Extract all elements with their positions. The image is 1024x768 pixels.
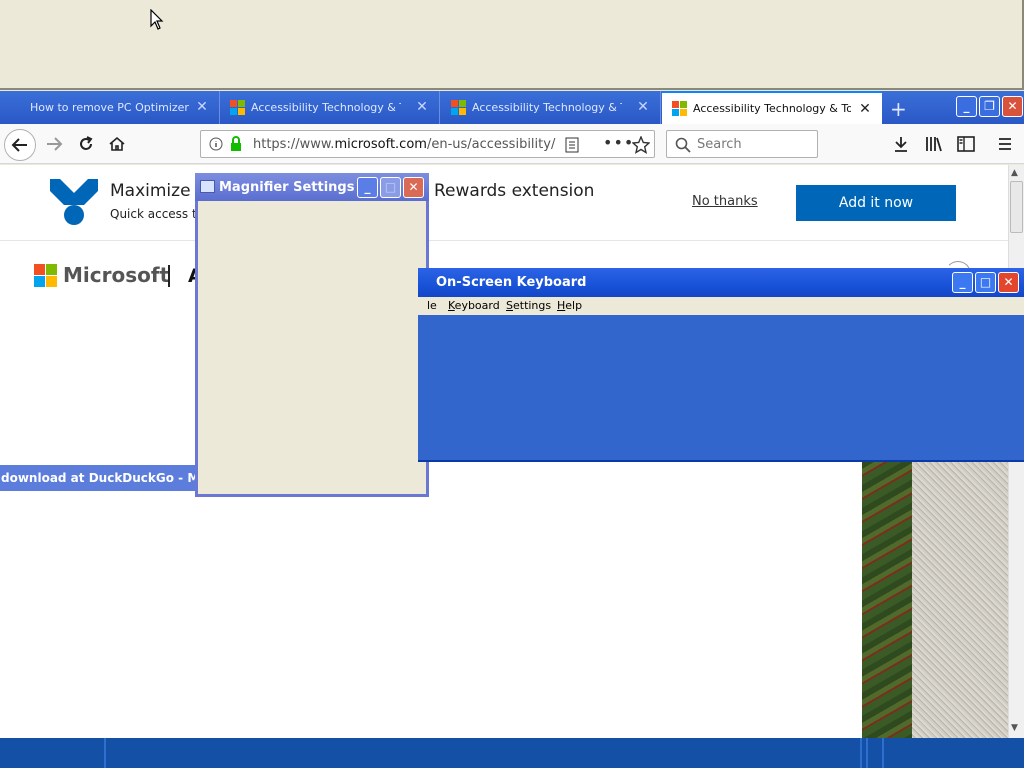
- url-text[interactable]: https://www.microsoft.com/en-us/accessib…: [253, 137, 555, 152]
- minimize-button[interactable]: _: [956, 96, 977, 117]
- magnifier-close-button[interactable]: ✕: [403, 177, 424, 198]
- url-path: /en-us/accessibility/: [426, 137, 556, 152]
- microsoft-wordmark: Microsoft: [63, 263, 170, 287]
- osk-close-button[interactable]: ✕: [998, 272, 1019, 293]
- taskbar-separator: [882, 738, 884, 768]
- microsoft-logo-icon: [451, 100, 466, 115]
- close-button[interactable]: ✕: [1002, 96, 1023, 117]
- photo-stone-wall: [912, 462, 1008, 738]
- scrollbar-thumb[interactable]: [1010, 181, 1023, 233]
- tab-title: Accessibility Technology & Tools: [251, 101, 401, 114]
- page-actions-icon[interactable]: •••: [603, 133, 634, 152]
- rewards-medal-icon: [50, 179, 98, 225]
- taskbar: [0, 738, 1024, 768]
- mouse-cursor-icon: [150, 8, 164, 34]
- new-tab-button[interactable]: +: [890, 97, 907, 121]
- browser-tab-strip: How to remove PC Optimizer PRO ✕ Accessi…: [0, 91, 1024, 124]
- banner-title-left: Maximize y: [110, 181, 206, 201]
- library-icon[interactable]: [925, 136, 943, 152]
- tab-accessibility-active[interactable]: Accessibility Technology & Tools ✕: [662, 91, 882, 124]
- back-button[interactable]: [4, 129, 36, 161]
- tab-title: How to remove PC Optimizer PRO: [30, 101, 190, 114]
- osk-menu-keyboard[interactable]: Keyboard: [448, 299, 500, 312]
- navigation-toolbar: https://www.microsoft.com/en-us/accessib…: [0, 124, 1024, 164]
- osk-minimize-button[interactable]: _: [952, 272, 973, 293]
- search-bar[interactable]: Search: [666, 130, 818, 158]
- overlay-tooltip: download at DuckDuckGo - Mypa: [0, 465, 224, 491]
- home-button[interactable]: [103, 130, 131, 158]
- tab-title: Accessibility Technology & Tools: [693, 102, 851, 115]
- url-bar[interactable]: https://www.microsoft.com/en-us/accessib…: [200, 130, 655, 158]
- accel-key: S: [506, 299, 513, 312]
- forward-arrow-icon: [47, 137, 63, 151]
- on-screen-keyboard-window[interactable]: On-Screen Keyboard _ □ ✕ le Keyboard Set…: [418, 268, 1024, 462]
- bookmark-star-icon: [632, 136, 650, 154]
- search-placeholder: Search: [697, 137, 742, 152]
- url-prefix: https://www.: [253, 137, 335, 152]
- accel-key: H: [557, 299, 566, 312]
- banner-subtitle: Quick access to: [110, 207, 205, 221]
- osk-titlebar[interactable]: On-Screen Keyboard _ □ ✕: [418, 268, 1024, 297]
- accel-key: K: [448, 299, 455, 312]
- taskbar-separator: [860, 738, 862, 768]
- scroll-up-icon[interactable]: ▲: [1011, 168, 1018, 178]
- reload-icon: [80, 136, 93, 150]
- magnifier-title: Magnifier Settings: [219, 180, 355, 195]
- tab-close-icon[interactable]: ✕: [858, 102, 872, 116]
- lock-icon: [231, 136, 241, 151]
- osk-title: On-Screen Keyboard: [436, 275, 587, 290]
- add-it-now-button[interactable]: Add it now: [796, 185, 956, 221]
- rewards-banner: Maximize y Quick access to Rewards exten…: [0, 165, 1008, 241]
- restore-button[interactable]: ❐: [979, 96, 1000, 117]
- forward-button[interactable]: [40, 130, 68, 158]
- tab-accessibility-2[interactable]: Accessibility Technology & Tools ✕: [441, 91, 661, 124]
- microsoft-logo-icon: [34, 263, 57, 287]
- url-domain: microsoft.com: [334, 137, 427, 152]
- info-icon: [209, 137, 223, 151]
- magnifier-minimize-button[interactable]: _: [357, 177, 378, 198]
- tab-close-icon[interactable]: ✕: [195, 100, 209, 114]
- download-icon[interactable]: [893, 136, 909, 153]
- osk-menubar: le Keyboard Settings Help: [418, 297, 1024, 315]
- tab-title: Accessibility Technology & Tools: [472, 101, 622, 114]
- osk-menu-settings[interactable]: Settings: [506, 299, 551, 312]
- tab-close-icon[interactable]: ✕: [636, 100, 650, 114]
- magnifier-settings-window[interactable]: Magnifier Settings _ □ ✕: [195, 173, 429, 497]
- scroll-down-icon[interactable]: ▼: [1011, 723, 1018, 733]
- osk-maximize-button[interactable]: □: [975, 272, 996, 293]
- search-icon: [675, 137, 691, 153]
- header-divider: [168, 265, 170, 287]
- microsoft-logo-icon: [230, 100, 245, 115]
- magnifier-app-icon: [200, 180, 215, 193]
- hamburger-menu-icon[interactable]: [997, 136, 1013, 152]
- reload-button[interactable]: [72, 130, 100, 158]
- page-photo: [862, 462, 1008, 738]
- overlay-text: download at DuckDuckGo - Mypa: [1, 471, 224, 485]
- tab-accessibility-1[interactable]: Accessibility Technology & Tools ✕: [220, 91, 440, 124]
- magnifier-titlebar[interactable]: Magnifier Settings _ □ ✕: [195, 173, 429, 201]
- taskbar-separator: [104, 738, 106, 768]
- no-thanks-link[interactable]: No thanks: [692, 194, 758, 209]
- osk-menu-help[interactable]: Help: [557, 299, 582, 312]
- microsoft-brand[interactable]: Microsoft: [34, 263, 169, 287]
- photo-plant: [862, 462, 912, 738]
- back-arrow-icon: [11, 138, 27, 152]
- banner-title-right: Rewards extension: [434, 181, 595, 201]
- microsoft-logo-icon: [672, 101, 687, 116]
- tab-pc-optimizer[interactable]: How to remove PC Optimizer PRO ✕: [20, 91, 220, 124]
- taskbar-separator: [866, 738, 868, 768]
- sidebar-icon[interactable]: [957, 136, 975, 152]
- magnifier-maximize-button[interactable]: □: [380, 177, 401, 198]
- reader-view-icon: [565, 137, 579, 153]
- osk-menu-file[interactable]: le: [427, 299, 437, 312]
- tab-close-icon[interactable]: ✕: [415, 100, 429, 114]
- home-icon: [109, 136, 125, 151]
